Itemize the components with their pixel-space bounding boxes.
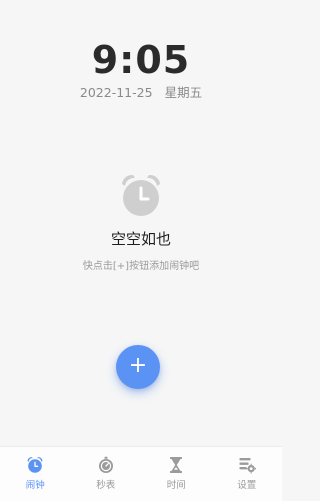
settings-icon	[239, 458, 256, 474]
tab-settings-label: 设置	[237, 480, 257, 491]
alarm-clock-icon	[27, 457, 43, 473]
tab-settings[interactable]: 设置	[212, 447, 283, 501]
hourglass-icon	[170, 457, 183, 473]
tab-time[interactable]: 时间	[141, 447, 212, 501]
current-weekday: 星期五	[164, 85, 203, 100]
tab-stopwatch-label: 秒表	[96, 480, 116, 491]
empty-state-title: 空空如也	[110, 230, 171, 248]
add-alarm-button[interactable]: +	[116, 345, 160, 389]
empty-state-hint: 快点击[+]按钮添加闹钟吧	[82, 261, 200, 272]
tab-alarm[interactable]: 闹钟	[0, 447, 71, 501]
current-date-row: 2022-11-25 星期五	[0, 84, 282, 102]
tab-stopwatch[interactable]: 秒表	[71, 447, 142, 501]
tab-time-label: 时间	[166, 480, 186, 491]
alarm-clock-icon	[122, 174, 160, 216]
tab-alarm-label: 闹钟	[25, 480, 45, 491]
bottom-tab-bar: 闹钟 秒表 时间 设置	[0, 446, 282, 501]
plus-icon: +	[128, 353, 148, 378]
current-time: 9:05	[91, 38, 191, 82]
stopwatch-icon	[98, 456, 113, 473]
current-date: 2022-11-25	[79, 85, 153, 100]
